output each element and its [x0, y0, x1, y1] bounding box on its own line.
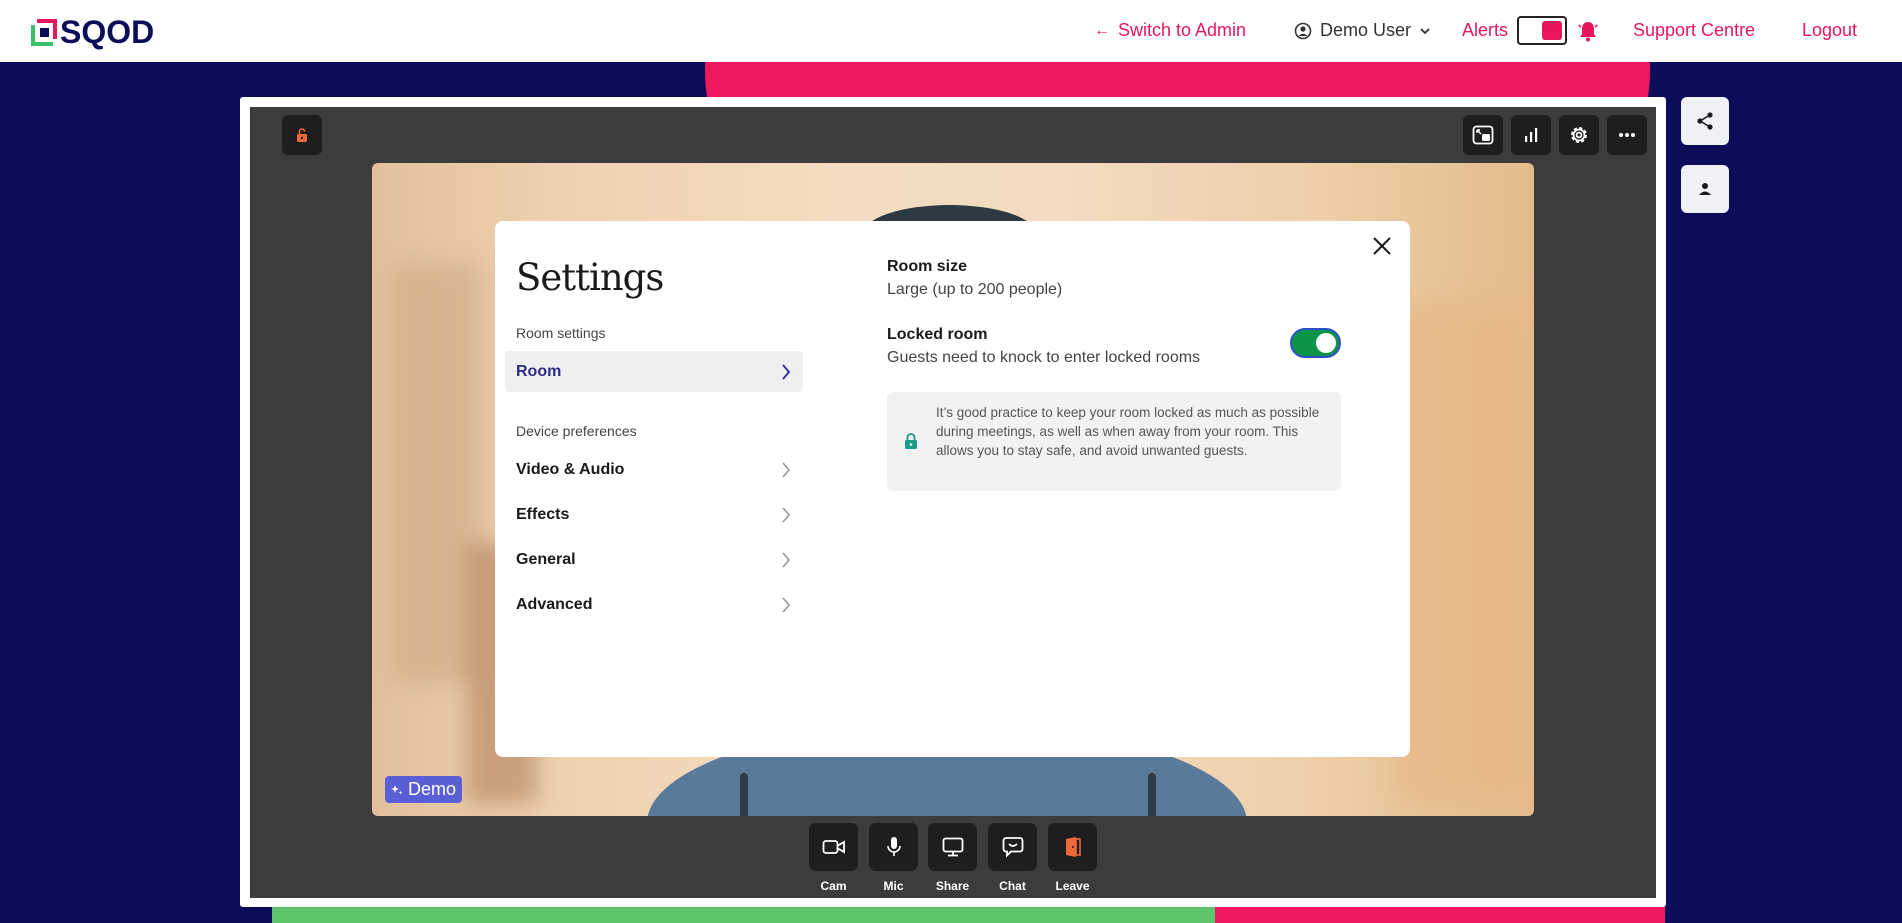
room-size-value: Large (up to 200 people) [887, 281, 1063, 298]
menu-item-effects[interactable]: Effects [505, 494, 803, 535]
mic-control[interactable]: Mic [869, 823, 918, 893]
chevron-down-icon [1420, 27, 1430, 34]
lock-info-box: It’s good practice to keep your room loc… [887, 392, 1341, 491]
close-button[interactable] [1369, 233, 1395, 259]
chat-icon [1002, 837, 1023, 858]
chevron-right-icon [782, 596, 791, 613]
logo-mark-icon [31, 18, 57, 46]
share-control[interactable]: Share [928, 823, 977, 893]
user-menu[interactable]: Demo User [1294, 20, 1431, 41]
bar-chart-icon [1525, 128, 1538, 142]
modal-title: Settings [516, 256, 664, 299]
room-size-title: Room size [887, 258, 968, 275]
background-pink-band [1215, 905, 1665, 923]
menu-item-label: Video & Audio [516, 460, 625, 478]
picture-in-picture-icon [1472, 125, 1494, 145]
switch-to-admin-link[interactable]: ← Switch to Admin [1094, 20, 1246, 41]
lock-info-text: It’s good practice to keep your room loc… [936, 405, 1320, 458]
participant-strap [1148, 773, 1156, 816]
sparkle-icon [391, 784, 403, 794]
leave-door-icon [1065, 837, 1081, 857]
cam-control[interactable]: Cam [809, 823, 858, 893]
logout-link[interactable]: Logout [1802, 20, 1857, 41]
chat-control[interactable]: Chat [988, 823, 1037, 893]
chevron-right-icon [782, 461, 791, 478]
top-navigation: SQOD ← Switch to Admin Demo User Alerts … [0, 0, 1902, 62]
cam-label: Cam [820, 879, 847, 893]
settings-button[interactable] [1559, 115, 1599, 155]
leave-button[interactable] [1048, 823, 1097, 871]
menu-item-label: Effects [516, 505, 570, 523]
user-name: Demo User [1320, 20, 1412, 40]
stats-button[interactable] [1511, 115, 1551, 155]
mic-label: Mic [883, 879, 904, 893]
share-icon [1697, 112, 1713, 130]
participant-strap [740, 773, 748, 816]
picture-in-picture-button[interactable] [1463, 115, 1503, 155]
chat-label: Chat [999, 879, 1026, 893]
room-lock-button[interactable] [282, 115, 322, 155]
locked-room-toggle[interactable] [1290, 328, 1341, 358]
switch-to-admin-label: Switch to Admin [1118, 20, 1247, 40]
leave-control[interactable]: Leave [1048, 823, 1097, 893]
background-blur [1394, 303, 1524, 803]
toggle-knob [1316, 333, 1336, 353]
leave-label: Leave [1055, 879, 1090, 893]
locked-room-description: Guests need to knock to enter locked roo… [887, 349, 1201, 366]
menu-item-label: General [516, 550, 576, 568]
more-options-button[interactable] [1607, 115, 1647, 155]
alerts-toggle[interactable] [1517, 16, 1567, 45]
background-green-band [272, 905, 1217, 923]
logo-text: SQOD [60, 14, 155, 50]
camera-icon [822, 840, 845, 854]
menu-item-room[interactable]: Room [505, 351, 803, 392]
alerts-text: Alerts [1462, 20, 1509, 40]
share-screen-button[interactable] [928, 823, 977, 871]
support-centre-link[interactable]: Support Centre [1633, 20, 1755, 41]
menu-item-advanced[interactable]: Advanced [505, 584, 803, 625]
screen-share-icon [942, 837, 963, 857]
room-settings-label: Room settings [516, 325, 606, 341]
share-label: Share [935, 879, 970, 893]
unlocked-icon [297, 128, 307, 142]
more-dots-icon [1619, 133, 1635, 137]
bell-alert-icon[interactable] [1576, 19, 1600, 43]
chevron-right-icon [782, 363, 791, 380]
mic-icon [886, 837, 901, 856]
arrow-left-icon: ← [1094, 21, 1110, 39]
menu-item-general[interactable]: General [505, 539, 803, 580]
user-circle-icon [1294, 22, 1312, 39]
logout-label: Logout [1802, 20, 1858, 40]
alerts-label: Alerts [1462, 20, 1508, 41]
person-icon [1699, 183, 1711, 195]
participant-name-tag: Demo [385, 776, 463, 803]
gear-icon [1571, 127, 1587, 143]
device-preferences-label: Device preferences [516, 423, 637, 439]
menu-item-label: Advanced [516, 595, 593, 613]
settings-modal: Settings Room settings Room Device prefe… [495, 221, 1410, 757]
share-link-button[interactable] [1681, 97, 1729, 145]
participants-button[interactable] [1681, 165, 1729, 213]
participant-name: Demo [408, 779, 457, 799]
close-icon [1373, 237, 1391, 255]
locked-room-title: Locked room [887, 326, 988, 343]
menu-item-video-audio[interactable]: Video & Audio [505, 449, 803, 490]
logo[interactable]: SQOD [31, 14, 154, 51]
chevron-right-icon [782, 506, 791, 523]
chat-button[interactable] [988, 823, 1037, 871]
lock-icon [905, 433, 917, 449]
cam-button[interactable] [809, 823, 858, 871]
menu-item-label: Room [516, 362, 562, 380]
alerts-toggle-knob [1542, 21, 1562, 40]
support-centre-label: Support Centre [1633, 20, 1756, 40]
mic-button[interactable] [869, 823, 918, 871]
chevron-right-icon [782, 551, 791, 568]
